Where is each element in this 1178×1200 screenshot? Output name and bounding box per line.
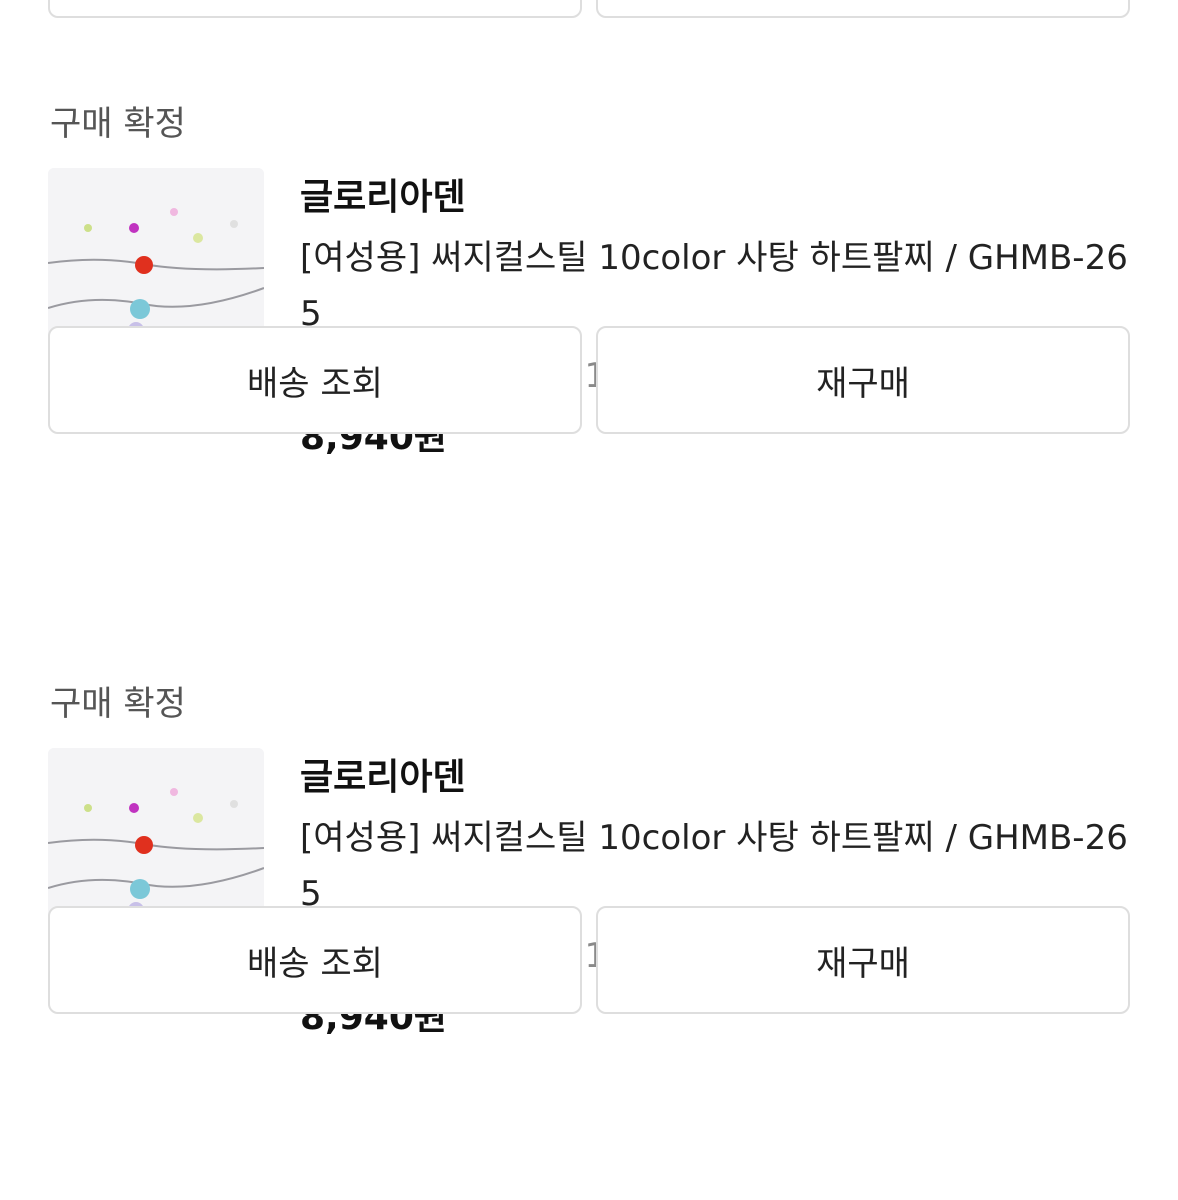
order-status: 구매 확정 <box>50 684 186 724</box>
rebuy-button[interactable]: 재구매 <box>596 326 1130 434</box>
order-button-row: 배송 조회 재구매 <box>48 326 1130 434</box>
order-button-row: 배송 조회 재구매 <box>48 906 1130 1014</box>
store-name[interactable]: 글로리아덴 <box>300 748 466 800</box>
order-item: 구매 확정 글로리아덴 [여성용] 써지컬스틸 10color 사탕 하트팔찌 … <box>0 0 1178 560</box>
store-name[interactable]: 글로리아덴 <box>300 168 466 220</box>
order-history-page: 구매 확정 글로리아덴 [여성용] 써지컬스틸 10color 사탕 하트팔찌 … <box>0 0 1178 1200</box>
tracking-button[interactable]: 배송 조회 <box>48 326 582 434</box>
order-status: 구매 확정 <box>50 104 186 144</box>
tracking-button[interactable]: 배송 조회 <box>48 906 582 1014</box>
order-item: 구매 확정 글로리아덴 [여성용] 써지컬스틸 10color 사탕 하트팔찌 … <box>0 580 1178 1140</box>
rebuy-button[interactable]: 재구매 <box>596 906 1130 1014</box>
